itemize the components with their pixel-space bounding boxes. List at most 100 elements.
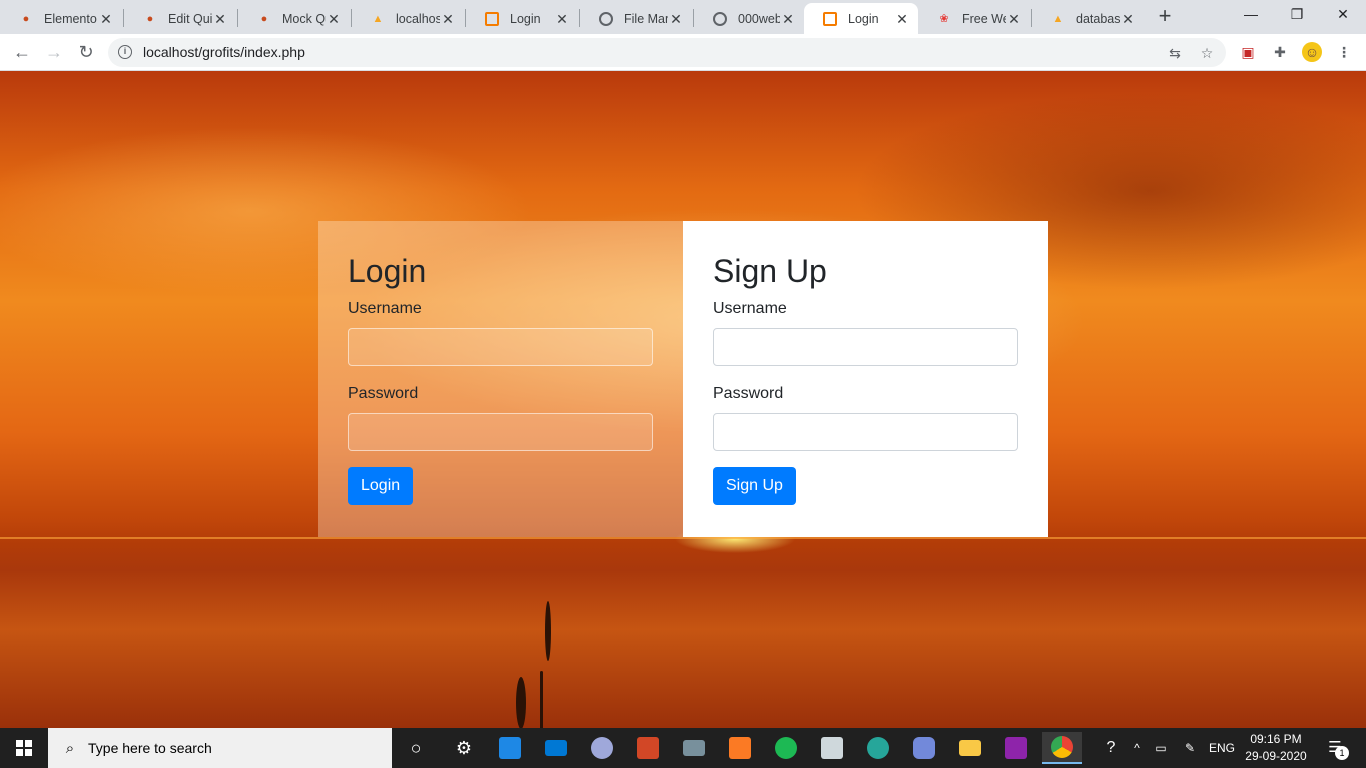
signup-username-input[interactable] — [713, 328, 1018, 366]
tab-label: localhost — [396, 11, 440, 26]
camera-app-icon[interactable] — [674, 732, 714, 764]
browser-tab[interactable]: Login ✕ — [466, 3, 578, 34]
minimize-button[interactable]: — — [1228, 0, 1274, 30]
login-password-label: Password — [348, 385, 419, 402]
signup-button[interactable]: Sign Up — [713, 467, 796, 505]
signup-form: Sign Up Username Password Sign Up — [683, 221, 1048, 537]
tab-label: Edit Quiz — [168, 11, 212, 26]
auth-card: Login Username Password Login Sign Up Us… — [318, 221, 1048, 537]
mail-app-icon[interactable] — [536, 732, 576, 764]
tab-label: Mock Qu — [282, 11, 326, 26]
xampp-app-icon[interactable] — [720, 732, 760, 764]
powerpoint-app-icon[interactable] — [628, 732, 668, 764]
login-title: Login — [348, 253, 427, 289]
tab-label: Login — [510, 11, 541, 26]
signup-username-label: Username — [713, 300, 787, 317]
url-text[interactable]: localhost/grofits/index.php — [143, 44, 305, 60]
new-tab-button[interactable]: + — [1152, 4, 1178, 30]
pma-sail-icon: ▲ — [372, 12, 384, 25]
chrome-app-icon[interactable] — [1042, 732, 1082, 764]
cortana-icon[interactable]: ○ — [396, 732, 436, 764]
paint-app-icon[interactable] — [582, 732, 622, 764]
close-tab-icon[interactable]: ✕ — [1120, 11, 1136, 27]
photos-app-icon[interactable] — [490, 732, 530, 764]
close-tab-icon[interactable]: ✕ — [780, 11, 796, 27]
browser-tab[interactable]: ▲ localhost ✕ — [352, 3, 464, 34]
browser-tab-strip: ● Elemento ✕ ● Edit Quiz ✕ ● Mock Qu ✕ ▲… — [0, 0, 1366, 34]
browser-tab[interactable]: ❀ Free Web ✕ — [918, 3, 1030, 34]
chevron-up-icon[interactable]: ^ — [1126, 728, 1148, 768]
browser-tab-active[interactable]: Login ✕ — [804, 3, 918, 34]
profile-avatar[interactable]: ☺ — [1302, 42, 1322, 62]
tab-label: 000webh — [738, 11, 780, 26]
login-form: Login Username Password Login — [318, 221, 683, 537]
extension-icon[interactable]: ▣ — [1238, 42, 1258, 62]
extensions-puzzle-icon[interactable]: ✚ — [1270, 42, 1290, 62]
browser-tab[interactable]: ● Mock Qu ✕ — [238, 3, 350, 34]
pen-icon[interactable]: ✎ — [1178, 728, 1202, 768]
login-username-input[interactable] — [348, 328, 653, 366]
site-info-icon[interactable]: i — [118, 45, 132, 59]
pma-icon: ● — [146, 12, 154, 25]
forward-button[interactable]: → — [40, 38, 68, 66]
page-background: Login Username Password Login Sign Up Us… — [0, 71, 1366, 728]
pma-sail-icon: ▲ — [1052, 12, 1064, 25]
settings-gear-icon[interactable]: ⚙ — [444, 732, 484, 764]
globe-icon — [712, 11, 728, 27]
browser-tab[interactable]: ▲ database ✕ — [1032, 3, 1144, 34]
close-tab-icon[interactable]: ✕ — [440, 11, 456, 27]
file-explorer-icon[interactable] — [950, 732, 990, 764]
discord-app-icon[interactable] — [904, 732, 944, 764]
signup-password-input[interactable] — [713, 413, 1018, 451]
browser-tab[interactable]: 000webh ✕ — [694, 3, 804, 34]
xampp-icon — [822, 11, 838, 27]
restore-button[interactable]: ❐ — [1274, 0, 1320, 30]
browser-tab[interactable]: ● Elemento ✕ — [0, 3, 122, 34]
login-button[interactable]: Login — [348, 467, 414, 505]
close-tab-icon[interactable]: ✕ — [98, 11, 114, 27]
login-username-label: Username — [348, 300, 422, 317]
close-tab-icon[interactable]: ✕ — [212, 11, 228, 27]
search-placeholder: Type here to search — [88, 740, 212, 756]
winrar-app-icon[interactable] — [996, 732, 1036, 764]
tab-label: database — [1076, 11, 1120, 26]
reed-silhouette — [545, 601, 551, 661]
search-icon: ⌕ — [65, 739, 75, 757]
help-icon[interactable]: ? — [1096, 728, 1126, 768]
close-tab-icon[interactable]: ✕ — [668, 11, 684, 27]
menu-kebab-icon[interactable]: ⋮ — [1334, 42, 1354, 62]
bookmark-star-icon[interactable]: ☆ — [1198, 44, 1216, 62]
signup-password-label: Password — [713, 385, 784, 402]
close-tab-icon[interactable]: ✕ — [554, 11, 570, 27]
spotify-app-icon[interactable] — [766, 732, 806, 764]
atom-app-icon[interactable] — [858, 732, 898, 764]
signup-title: Sign Up — [713, 253, 827, 289]
close-window-button[interactable]: ✕ — [1320, 0, 1366, 30]
clock[interactable]: 09:16 PM 29-09-2020 — [1236, 731, 1316, 765]
battery-icon[interactable]: ▭ — [1150, 728, 1172, 768]
browser-toolbar: ← → ↻ i localhost/grofits/index.php ⇆ ☆ … — [0, 34, 1366, 71]
clock-date: 29-09-2020 — [1245, 749, 1307, 763]
tab-label: Elemento — [44, 11, 97, 26]
horizon-line — [0, 537, 1366, 539]
web-icon: ❀ — [939, 13, 949, 25]
xampp-icon — [484, 11, 500, 27]
language-indicator[interactable]: ENG — [1206, 728, 1238, 768]
windows-taskbar: ⌕ Type here to search ○ ⚙ ? ^ ▭ ✎ ENG 09… — [0, 728, 1366, 768]
notification-badge: 1 — [1335, 746, 1349, 760]
back-button[interactable]: ← — [8, 38, 36, 66]
pma-icon: ● — [260, 12, 268, 25]
browser-tab[interactable]: File Mana ✕ — [580, 3, 692, 34]
reload-button[interactable]: ↻ — [72, 38, 100, 66]
browser-tab[interactable]: ● Edit Quiz ✕ — [124, 3, 236, 34]
start-button[interactable] — [0, 728, 48, 768]
close-tab-icon[interactable]: ✕ — [1006, 11, 1022, 27]
close-tab-icon[interactable]: ✕ — [894, 11, 910, 27]
taskbar-search-box[interactable]: ⌕ Type here to search — [48, 728, 392, 768]
counter-strike-app-icon[interactable] — [812, 732, 852, 764]
pma-icon: ● — [22, 12, 30, 25]
address-bar[interactable]: i localhost/grofits/index.php ⇆ ☆ — [108, 38, 1226, 67]
close-tab-icon[interactable]: ✕ — [326, 11, 342, 27]
login-password-input[interactable] — [348, 413, 653, 451]
translate-icon[interactable]: ⇆ — [1166, 44, 1184, 62]
